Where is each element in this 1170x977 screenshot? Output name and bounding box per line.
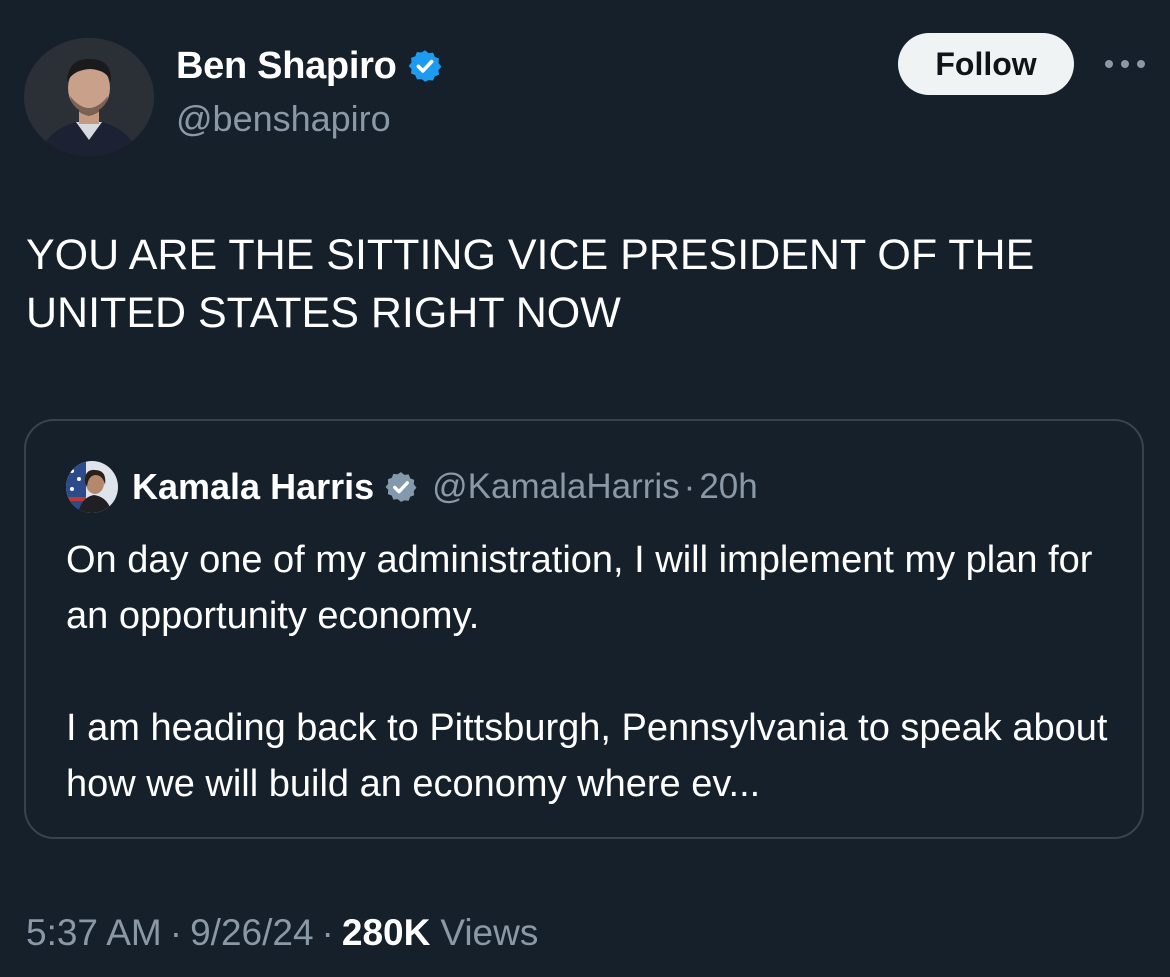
follow-button[interactable]: Follow — [898, 33, 1074, 95]
author-avatar-image — [24, 38, 154, 156]
author-display-name[interactable]: Ben Shapiro — [176, 45, 397, 88]
views-count[interactable]: 280K — [342, 912, 430, 954]
author-name-row: Ben Shapiro — [176, 40, 443, 92]
author-avatar[interactable] — [24, 38, 154, 156]
meta-separator: · — [169, 912, 183, 953]
quoted-tweet-paragraph: On day one of my administration, I will … — [66, 539, 1093, 637]
header-separator: · — [683, 467, 696, 506]
quoted-author-name[interactable]: Kamala Harris — [132, 466, 374, 508]
quoted-author-avatar-image — [66, 461, 118, 513]
tweet-date[interactable]: 9/26/24 — [190, 912, 313, 954]
quoted-tweet-text: On day one of my administration, I will … — [66, 532, 1116, 812]
quoted-tweet-card[interactable]: Kamala Harris @KamalaHarris · 20h On day… — [24, 419, 1144, 839]
quoted-tweet-header: Kamala Harris @KamalaHarris · 20h — [66, 461, 758, 513]
tweet-time[interactable]: 5:37 AM — [26, 912, 162, 954]
quoted-author-avatar[interactable] — [66, 461, 118, 513]
more-options-icon[interactable] — [1100, 52, 1150, 76]
verified-badge-icon[interactable] — [407, 48, 443, 84]
quoted-author-handle[interactable]: @KamalaHarris — [432, 467, 680, 507]
government-verified-badge-icon[interactable] — [384, 470, 418, 504]
tweet-text: YOU ARE THE SITTING VICE PRESIDENT OF TH… — [26, 231, 1035, 337]
tweet-meta: 5:37 AM · 9/26/24 · 280K Views — [26, 905, 538, 961]
quoted-tweet-time[interactable]: 20h — [699, 467, 757, 507]
meta-separator: · — [321, 912, 334, 953]
author-handle[interactable]: @benshapiro — [176, 98, 391, 140]
quoted-tweet-paragraph: I am heading back to Pittsburgh, Pennsyl… — [66, 707, 1108, 805]
views-label: Views — [440, 912, 539, 953]
